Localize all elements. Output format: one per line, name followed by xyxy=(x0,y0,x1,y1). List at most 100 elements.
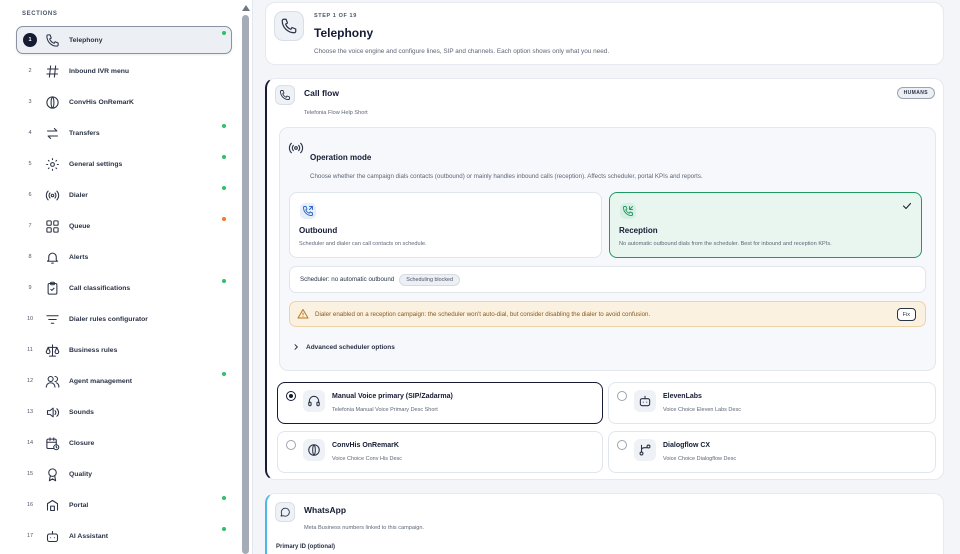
status-dot xyxy=(222,124,226,128)
engine-title: Manual Voice primary (SIP/Zadarma) xyxy=(332,393,453,400)
engine-option-dialogflow[interactable]: Dialogflow CX Voice Choice Dialogflow De… xyxy=(608,431,936,473)
engine-description: Voice Choice Eleven Labs Desc xyxy=(663,407,741,413)
status-dot xyxy=(222,496,226,500)
sidebar-item-label: ConvHis OnRemarK xyxy=(69,98,134,106)
outbound-description: Scheduler and dialer can call contacts o… xyxy=(299,241,427,247)
sidebar-item-quality[interactable]: 15 Quality xyxy=(16,460,232,488)
sidebar-item-label: General settings xyxy=(69,160,123,168)
engine-option-elevenlabs[interactable]: ElevenLabs Voice Choice Eleven Labs Desc xyxy=(608,382,936,424)
engine-title: ConvHis OnRemarK xyxy=(332,442,399,449)
reception-description: No automatic outbound dials from the sch… xyxy=(619,241,832,247)
dialer-warning: Dialer enabled on a reception campaign: … xyxy=(289,301,926,327)
sidebar-item-label: Telephony xyxy=(69,36,103,44)
reception-option[interactable]: Reception No automatic outbound dials fr… xyxy=(609,192,922,258)
bell-icon xyxy=(45,250,60,265)
engine-option-convhis[interactable]: ConvHis OnRemarK Voice Choice Conv His D… xyxy=(277,431,603,473)
status-dot xyxy=(222,217,226,221)
step-number: 3 xyxy=(28,99,32,105)
status-dot xyxy=(222,279,226,283)
sidebar-item-inbound-ivr-menu[interactable]: 2 Inbound IVR menu xyxy=(16,57,232,85)
users-icon xyxy=(45,374,60,389)
sidebar-item-portal[interactable]: 16 Portal xyxy=(16,491,232,519)
step-number: 7 xyxy=(28,223,32,229)
status-dot xyxy=(222,372,226,376)
sidebar-item-agent-management[interactable]: 12 Agent management xyxy=(16,367,232,395)
warning-triangle-icon xyxy=(297,308,309,320)
sidebar-item-general-settings[interactable]: 5 General settings xyxy=(16,150,232,178)
sidebar-item-label: Call classifications xyxy=(69,284,131,292)
radio-button[interactable] xyxy=(617,440,627,450)
calendar-clock-icon xyxy=(45,436,60,451)
phone-icon xyxy=(45,33,60,48)
radio-button[interactable] xyxy=(286,391,296,401)
sidebar-scrollbar[interactable] xyxy=(241,5,250,554)
step-number: 6 xyxy=(28,192,32,198)
advanced-scheduler-toggle[interactable]: Advanced scheduler options xyxy=(292,343,395,351)
section-title: Call flow xyxy=(304,88,339,98)
sidebar-item-transfers[interactable]: 4 Transfers xyxy=(16,119,232,147)
portal-icon xyxy=(45,498,60,513)
flow-branch-icon xyxy=(634,439,656,461)
sidebar-item-telephony[interactable]: 1 Telephony xyxy=(16,26,232,54)
operation-mode-title: Operation mode xyxy=(310,153,372,162)
sidebar-item-ai-assistant[interactable]: 17 AI Assistant xyxy=(16,522,232,550)
phone-incoming-icon xyxy=(620,203,636,219)
engine-description: Voice Choice Conv His Desc xyxy=(332,456,403,462)
step-number: 15 xyxy=(26,471,34,477)
scales-icon xyxy=(45,343,60,358)
step-number: 10 xyxy=(26,316,34,322)
sidebar-item-label: Sounds xyxy=(69,408,94,416)
telephony-header-card: STEP 1 OF 19 Telephony Choose the voice … xyxy=(265,2,944,65)
call-flow-card: Call flow Telefonia Flow Help Short HUMA… xyxy=(265,78,944,480)
sidebar-item-queue[interactable]: 7 Queue xyxy=(16,212,232,240)
sidebar-item-label: Portal xyxy=(69,501,89,509)
engine-title: Dialogflow CX xyxy=(663,442,711,449)
sidebar-item-label: Queue xyxy=(69,222,91,230)
status-dot xyxy=(222,186,226,190)
filter-lines-icon xyxy=(45,312,60,327)
sidebar-item-dialer[interactable]: 6 Dialer xyxy=(16,181,232,209)
step-number: 9 xyxy=(28,285,32,291)
step-number: 11 xyxy=(27,347,33,353)
gear-icon xyxy=(45,157,60,172)
check-icon xyxy=(901,200,913,212)
step-number: 8 xyxy=(28,254,32,260)
sidebar-item-convhis[interactable]: 3 ConvHis OnRemarK xyxy=(16,88,232,116)
scroll-up-arrow-icon[interactable] xyxy=(242,5,250,11)
scheduling-blocked-pill: Scheduling blocked xyxy=(399,273,461,286)
step-number: 17 xyxy=(26,533,34,539)
sidebar-item-label: Quality xyxy=(69,470,93,478)
engine-option-manual-voice[interactable]: Manual Voice primary (SIP/Zadarma) Telef… xyxy=(277,382,603,424)
broadcast-icon xyxy=(288,140,304,156)
sidebar-item-alerts[interactable]: 8 Alerts xyxy=(16,243,232,271)
whatsapp-title: WhatsApp xyxy=(304,505,347,515)
primary-id-label: Primary ID (optional) xyxy=(276,544,336,550)
sidebar-item-label: Transfers xyxy=(69,129,100,137)
sidebar-item-dialer-rules-configurator[interactable]: 10 Dialer rules configurator xyxy=(16,305,232,333)
grid-icon xyxy=(45,219,60,234)
radio-button[interactable] xyxy=(286,440,296,450)
scheduler-status: Scheduler: no automatic outbound Schedul… xyxy=(289,266,926,293)
phone-icon xyxy=(275,85,295,105)
hash-icon xyxy=(45,64,60,79)
scrollbar-thumb[interactable] xyxy=(242,15,249,554)
phone-icon xyxy=(274,11,304,41)
sidebar-item-sounds[interactable]: 13 Sounds xyxy=(16,398,232,426)
sidebar-item-business-rules[interactable]: 11 Business rules xyxy=(16,336,232,364)
warning-text: Dialer enabled on a reception campaign: … xyxy=(315,310,651,318)
fix-button[interactable]: Fix xyxy=(896,308,916,321)
status-dot xyxy=(222,527,226,531)
sidebar-item-closure[interactable]: 14 Closure xyxy=(16,429,232,457)
bot-icon xyxy=(634,390,656,412)
sidebar-item-call-classifications[interactable]: 9 Call classifications xyxy=(16,274,232,302)
outbound-option[interactable]: Outbound Scheduler and dialer can call c… xyxy=(289,192,602,258)
page-title: Telephony xyxy=(314,26,374,40)
page-description: Choose the voice engine and configure li… xyxy=(314,48,610,55)
circle-split-icon xyxy=(303,439,325,461)
humans-badge: HUMANS xyxy=(896,87,935,99)
radio-button[interactable] xyxy=(617,391,627,401)
step-number: 4 xyxy=(28,130,32,136)
scheduler-label: Scheduler: no automatic outbound xyxy=(300,276,395,283)
circle-split-icon xyxy=(45,95,60,110)
sidebar-title: SECTIONS xyxy=(22,11,58,17)
